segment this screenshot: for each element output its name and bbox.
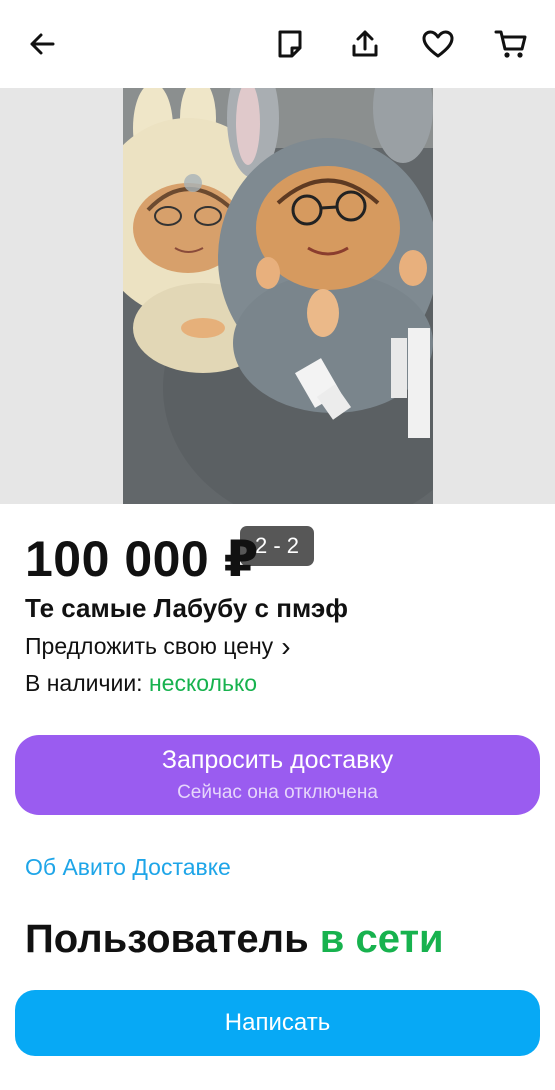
top-bar bbox=[0, 0, 555, 88]
note-icon bbox=[278, 30, 302, 58]
stock-label: В наличии: bbox=[25, 670, 143, 696]
chevron-right-icon: › bbox=[281, 630, 291, 662]
favorite-button[interactable] bbox=[416, 22, 460, 66]
cart-icon bbox=[494, 30, 527, 58]
seller-online-status: в сети bbox=[319, 917, 444, 961]
heart-icon bbox=[422, 30, 454, 58]
request-delivery-sublabel: Сейчас она отключена bbox=[177, 782, 378, 803]
watermark-text: Avito bbox=[373, 562, 420, 583]
request-delivery-label: Запросить доставку bbox=[161, 746, 394, 774]
seller-name: Пользователь bbox=[25, 917, 309, 961]
photo-gallery[interactable]: 2 - 2 Avito bbox=[0, 88, 555, 583]
price: 100 000 ₽ bbox=[25, 531, 259, 587]
share-icon bbox=[352, 30, 378, 57]
seller-heading: Пользователь в сети bbox=[25, 917, 444, 962]
request-delivery-button[interactable]: Запросить доставку Сейчас она отключена bbox=[15, 735, 540, 815]
share-button[interactable] bbox=[343, 22, 387, 66]
note-button[interactable] bbox=[268, 22, 312, 66]
back-button[interactable] bbox=[20, 22, 64, 66]
write-message-button[interactable]: Написать bbox=[15, 990, 540, 1056]
stock-value: несколько bbox=[148, 670, 258, 696]
arrow-left-icon bbox=[30, 33, 55, 55]
offer-price-label: Предложить свою цену bbox=[25, 633, 274, 659]
cart-button[interactable] bbox=[489, 22, 533, 66]
listing-title: Те самые Лабубу с пмэф bbox=[25, 593, 348, 623]
avito-logo-icon bbox=[350, 565, 370, 581]
avito-watermark: Avito bbox=[350, 562, 420, 584]
about-delivery-link[interactable]: Об Авито Доставке bbox=[25, 854, 231, 881]
product-photo bbox=[123, 88, 433, 504]
offer-price-link[interactable]: Предложить свою цену › bbox=[25, 630, 291, 662]
stock-info: В наличии: несколько bbox=[25, 670, 257, 697]
